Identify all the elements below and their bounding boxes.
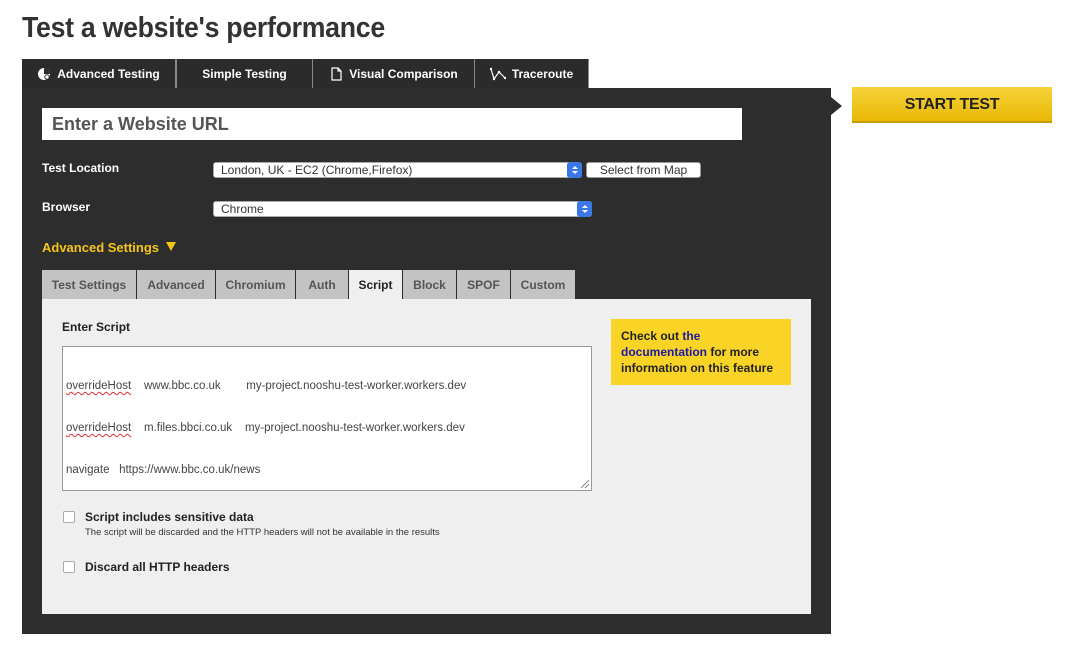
script-textarea[interactable]: overrideHost www.bbc.co.uk my-project.no… bbox=[62, 346, 592, 491]
select-arrows-icon bbox=[577, 201, 592, 217]
script-host: m.files.bbci.co.uk bbox=[143, 422, 233, 434]
script-target: my-project.nooshu-test-worker.workers.de… bbox=[246, 380, 467, 392]
browser-label: Browser bbox=[42, 200, 91, 214]
script-host: https://www.bbc.co.uk/news bbox=[119, 464, 261, 476]
url-input[interactable] bbox=[42, 108, 742, 140]
browser-select[interactable]: Chrome bbox=[213, 201, 592, 217]
script-line: overrideHost www.bbc.co.uk my-project.no… bbox=[66, 379, 588, 393]
tab-label: Advanced Testing bbox=[57, 66, 160, 81]
resize-grip-icon[interactable] bbox=[579, 478, 590, 489]
tab-label: Visual Comparison bbox=[349, 66, 458, 81]
start-test-button[interactable]: START TEST bbox=[852, 87, 1052, 123]
tab-label: Simple Testing bbox=[202, 66, 287, 81]
advanced-settings-toggle[interactable]: Advanced Settings bbox=[42, 240, 177, 255]
tab-auth[interactable]: Auth bbox=[296, 270, 348, 299]
test-location-label: Test Location bbox=[42, 161, 120, 175]
script-line: overrideHost m.files.bbci.co.uk my-proje… bbox=[66, 421, 588, 435]
callout-prefix: Check out bbox=[621, 329, 683, 343]
browser-value: Chrome bbox=[221, 202, 264, 216]
test-panel: Test Location London, UK - EC2 (Chrome,F… bbox=[22, 88, 831, 634]
tab-advanced-testing[interactable]: Advanced Testing bbox=[22, 59, 176, 88]
panel-pointer-arrow bbox=[831, 97, 842, 115]
discard-headers-checkbox[interactable] bbox=[63, 561, 75, 573]
script-line: navigate https://www.bbc.co.uk/news bbox=[66, 463, 588, 477]
enter-script-label: Enter Script bbox=[62, 320, 131, 334]
sensitive-data-hint: The script will be discarded and the HTT… bbox=[85, 527, 440, 538]
documentation-link-the[interactable]: the bbox=[682, 329, 700, 343]
test-location-select[interactable]: London, UK - EC2 (Chrome,Firefox) bbox=[213, 162, 582, 178]
tab-script[interactable]: Script bbox=[349, 270, 402, 299]
test-location-value: London, UK - EC2 (Chrome,Firefox) bbox=[221, 163, 413, 177]
tab-visual-comparison[interactable]: Visual Comparison bbox=[313, 59, 475, 88]
script-command: overrideHost bbox=[66, 380, 132, 392]
script-command: overrideHost bbox=[66, 422, 132, 434]
select-from-map-button[interactable]: Select from Map bbox=[586, 162, 701, 178]
script-tab-panel: Enter Script overrideHost www.bbc.co.uk … bbox=[42, 299, 811, 614]
main-tabs: Advanced Testing Simple Testing Visual C… bbox=[22, 59, 589, 88]
tab-label: Traceroute bbox=[511, 66, 574, 81]
tab-chromium[interactable]: Chromium bbox=[216, 270, 295, 299]
documentation-callout: Check out the documentation for more info… bbox=[611, 319, 791, 385]
advanced-testing-icon bbox=[37, 67, 51, 81]
tab-simple-testing[interactable]: Simple Testing bbox=[176, 59, 313, 88]
documentation-link[interactable]: documentation bbox=[621, 345, 707, 359]
tab-custom[interactable]: Custom bbox=[511, 270, 575, 299]
tab-block[interactable]: Block bbox=[403, 270, 456, 299]
document-icon bbox=[329, 66, 343, 81]
tab-test-settings[interactable]: Test Settings bbox=[42, 270, 136, 299]
settings-tabs: Test Settings Advanced Chromium Auth Scr… bbox=[42, 270, 575, 299]
tab-traceroute[interactable]: Traceroute bbox=[475, 59, 589, 88]
script-host: www.bbc.co.uk bbox=[143, 380, 221, 392]
select-arrows-icon bbox=[567, 162, 582, 178]
discard-headers-label: Discard all HTTP headers bbox=[85, 560, 230, 574]
script-command: navigate bbox=[66, 464, 110, 476]
triangle-down-icon bbox=[166, 242, 177, 251]
sensitive-data-checkbox[interactable] bbox=[63, 511, 75, 523]
traceroute-icon bbox=[489, 67, 506, 81]
tab-advanced[interactable]: Advanced bbox=[137, 270, 215, 299]
page-title: Test a website's performance bbox=[22, 12, 385, 44]
script-target: my-project.nooshu-test-worker.workers.de… bbox=[244, 422, 465, 434]
advanced-settings-label: Advanced Settings bbox=[42, 240, 160, 255]
sensitive-data-label: Script includes sensitive data bbox=[85, 510, 254, 524]
tab-spof[interactable]: SPOF bbox=[457, 270, 510, 299]
